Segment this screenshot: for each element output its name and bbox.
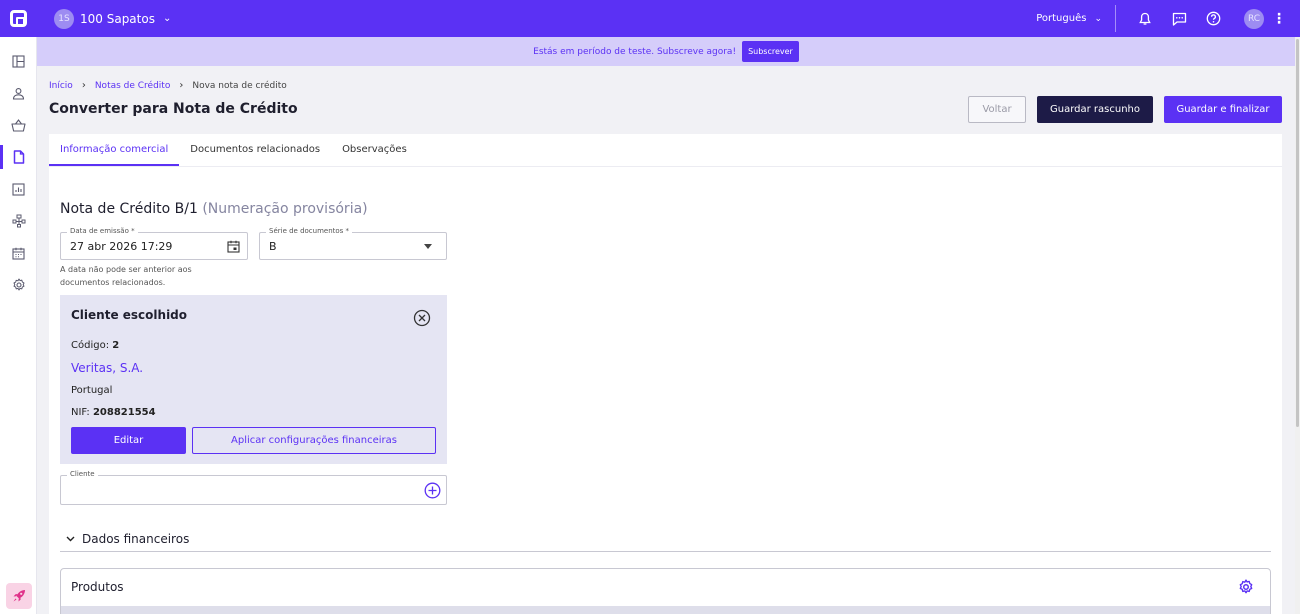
save-finalize-button[interactable]: Guardar e finalizar <box>1164 96 1282 123</box>
help-icon[interactable] <box>1204 10 1222 28</box>
document-number-note: (Numeração provisória) <box>202 201 368 217</box>
company-name: 100 Sapatos <box>80 11 155 26</box>
client-code-value: 2 <box>112 340 120 351</box>
app-logo[interactable] <box>0 0 37 37</box>
tab-related-documents[interactable]: Documentos relacionados <box>179 134 331 166</box>
chevron-right-icon: › <box>179 80 184 91</box>
issue-date-value: 27 abr 2026 17:29 <box>70 240 173 253</box>
client-field[interactable]: Cliente <box>60 470 447 505</box>
scrollbar-thumb[interactable] <box>1296 39 1299 427</box>
tabs-divider <box>49 166 1282 167</box>
bell-icon[interactable] <box>1136 10 1154 28</box>
page-title: Converter para Nota de Crédito <box>49 101 298 117</box>
selected-client-panel: Cliente escolhido Código: 2 Veritas, S.A… <box>60 295 447 464</box>
client-code-label: Código: <box>71 340 110 351</box>
client-field-label: Cliente <box>67 470 98 478</box>
save-draft-button[interactable]: Guardar rascunho <box>1037 96 1153 123</box>
apply-financial-settings-button[interactable]: Aplicar configurações financeiras <box>192 427 436 454</box>
issue-date-field[interactable]: Data de emissão * 27 abr 2026 17:29 <box>60 227 248 260</box>
financial-data-toggle[interactable]: Dados financeiros <box>60 527 1271 552</box>
settings-icon[interactable] <box>0 269 37 301</box>
logo-icon <box>10 10 27 27</box>
reports-icon[interactable] <box>0 173 37 205</box>
document-icon[interactable] <box>0 141 37 173</box>
client-nif-label: NIF: <box>71 407 90 418</box>
calendar-icon[interactable] <box>0 237 37 269</box>
basket-icon[interactable] <box>0 109 37 141</box>
divider <box>1115 5 1116 32</box>
document-series-value: B <box>269 240 277 253</box>
language-label: Português <box>1036 13 1087 24</box>
user-avatar[interactable]: RC <box>1244 8 1264 29</box>
rocket-icon[interactable] <box>6 583 32 609</box>
breadcrumb-current: Nova nota de crédito <box>192 80 287 91</box>
tab-observations[interactable]: Observações <box>331 134 418 166</box>
more-menu-icon[interactable]: ⋮ <box>1272 11 1286 27</box>
gear-icon[interactable] <box>1238 579 1254 595</box>
user-icon[interactable] <box>0 77 37 109</box>
document-series-select[interactable]: Série de documentos * B <box>259 227 447 260</box>
back-button[interactable]: Voltar <box>968 96 1026 123</box>
dropdown-arrow-icon <box>424 244 432 249</box>
trial-banner: Estás em período de teste. Subscreve ago… <box>37 37 1295 66</box>
client-nif: NIF: 208821554 <box>71 407 156 418</box>
top-bar: 1S 100 Sapatos ⌄ Português ⌄ RC ⋮ <box>0 0 1300 37</box>
chat-icon[interactable] <box>1170 10 1188 28</box>
chevron-down-icon: ⌄ <box>1094 13 1102 24</box>
dashboard-icon[interactable] <box>0 45 37 77</box>
company-selector[interactable]: 1S 100 Sapatos ⌄ <box>54 8 171 29</box>
tab-commercial-info[interactable]: Informação comercial <box>49 134 180 166</box>
financial-data-label: Dados financeiros <box>82 532 190 546</box>
breadcrumb: Início › Notas de Crédito › Nova nota de… <box>49 80 287 91</box>
chevron-down-icon: ⌄ <box>162 13 172 24</box>
document-series-label: Série de documentos * <box>266 227 353 235</box>
products-section: Produtos <box>60 568 1271 614</box>
sidebar <box>0 37 37 614</box>
language-selector[interactable]: Português ⌄ <box>1036 13 1102 24</box>
products-table-header <box>61 606 1270 614</box>
edit-client-button[interactable]: Editar <box>71 427 186 454</box>
breadcrumb-credit-notes[interactable]: Notas de Crédito <box>95 81 171 91</box>
issue-date-hint: A data não pode ser anterior aos documen… <box>60 265 192 287</box>
subscribe-button[interactable]: Subscrever <box>742 41 799 62</box>
page-scrollbar[interactable] <box>1295 37 1300 614</box>
main-card: Informação comercial Documentos relacion… <box>49 134 1282 614</box>
products-title: Produtos <box>71 580 124 594</box>
breadcrumb-home[interactable]: Início <box>49 81 73 91</box>
tabs: Informação comercial Documentos relacion… <box>49 134 418 166</box>
calendar-icon[interactable] <box>227 240 240 253</box>
document-title: Nota de Crédito B/1 (Numeração provisóri… <box>60 201 368 217</box>
issue-date-label: Data de emissão * <box>67 227 138 235</box>
company-avatar: 1S <box>54 8 74 29</box>
document-number: Nota de Crédito B/1 <box>60 201 198 217</box>
trial-banner-text: Estás em período de teste. Subscreve ago… <box>533 46 737 57</box>
selected-client-title: Cliente escolhido <box>71 308 188 322</box>
client-nif-value: 208821554 <box>92 407 156 418</box>
chevron-right-icon: › <box>81 80 86 91</box>
chevron-down-icon <box>62 536 78 542</box>
client-country: Portugal <box>71 385 113 396</box>
add-circle-icon[interactable] <box>424 482 441 499</box>
close-circle-icon[interactable] <box>413 309 431 327</box>
client-name-link[interactable]: Veritas, S.A. <box>71 361 143 375</box>
client-code: Código: 2 <box>71 340 119 351</box>
hierarchy-icon[interactable] <box>0 205 37 237</box>
